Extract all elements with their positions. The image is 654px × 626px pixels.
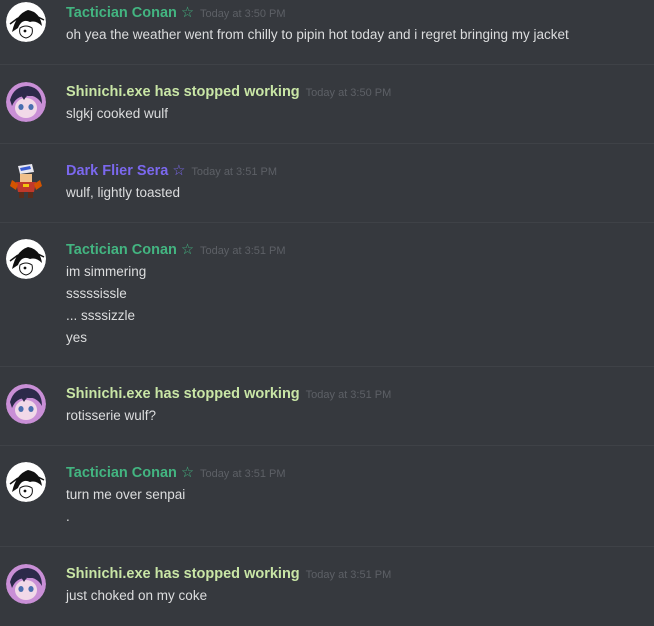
username[interactable]: Tactician Conan ☆ [66, 242, 194, 258]
message-line: rotisserie wulf? [66, 408, 157, 423]
timestamp: Today at 3:50 PM [199, 8, 286, 20]
timestamp: Today at 3:51 PM [199, 468, 286, 480]
message-group: Tactician Conan ☆ Today at 3:51 PM im sim… [0, 223, 654, 367]
message-line: wulf, lightly toasted [66, 185, 181, 200]
message-line: just choked on my coke [66, 588, 208, 603]
shinichi-avatar[interactable] [6, 384, 46, 424]
conan-avatar[interactable] [6, 462, 46, 502]
username[interactable]: Shinichi.exe has stopped working [66, 84, 300, 100]
message-group: Shinichi.exe has stopped working Today at… [0, 367, 654, 445]
timestamp: Today at 3:51 PM [305, 389, 392, 401]
username[interactable]: Tactician Conan ☆ [66, 5, 194, 21]
conan-avatar[interactable] [6, 239, 46, 279]
message-line: . [66, 509, 70, 524]
conan-avatar[interactable] [6, 2, 46, 42]
message-line: slgkj cooked wulf [66, 106, 169, 121]
username[interactable]: Shinichi.exe has stopped working [66, 566, 300, 582]
username[interactable]: Dark Flier Sera ☆ [66, 163, 185, 179]
message-group: Dark Flier Sera ☆ Today at 3:51 PM wulf, … [0, 144, 654, 222]
shinichi-avatar[interactable] [6, 564, 46, 604]
message-group: Shinichi.exe has stopped working Today at… [0, 65, 654, 143]
message-group: Shinichi.exe has stopped working Today at… [0, 547, 654, 626]
message-group: Tactician Conan ☆ Today at 3:51 PM turn m… [0, 446, 654, 546]
message-line: sssssissle [66, 286, 127, 301]
message-line: im simmering [66, 264, 147, 279]
chat-messages: Tactician Conan ☆ Today at 3:50 PM oh yea… [0, 0, 654, 626]
timestamp: Today at 3:51 PM [199, 245, 286, 257]
timestamp: Today at 3:50 PM [305, 87, 392, 99]
message-group: Tactician Conan ☆ Today at 3:50 PM oh yea… [0, 0, 654, 64]
message-line: oh yea the weather went from chilly to p… [66, 27, 569, 42]
sera-avatar[interactable] [6, 160, 46, 200]
message-line: yes [66, 330, 88, 345]
timestamp: Today at 3:51 PM [191, 166, 278, 178]
username[interactable]: Shinichi.exe has stopped working [66, 386, 300, 402]
message-line: turn me over senpai [66, 487, 186, 502]
username[interactable]: Tactician Conan ☆ [66, 465, 194, 481]
timestamp: Today at 3:51 PM [305, 569, 392, 581]
shinichi-avatar[interactable] [6, 82, 46, 122]
message-line: ... ssssizzle [66, 308, 136, 323]
